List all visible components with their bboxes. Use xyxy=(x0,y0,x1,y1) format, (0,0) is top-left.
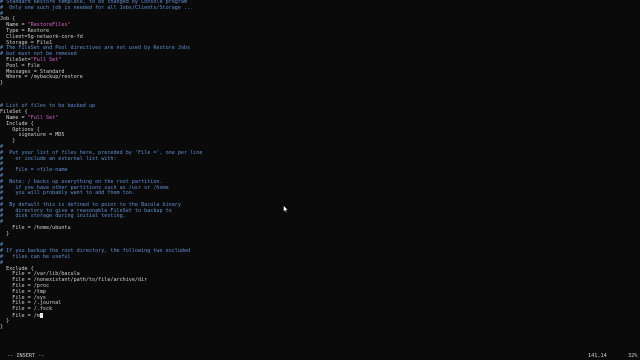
status-bar: -- INSERT -- 141,14 32% xyxy=(0,352,640,360)
text-cursor xyxy=(39,313,43,319)
code-token: Where = /mybackup/restore xyxy=(0,74,83,81)
code-token: # files can be useful xyxy=(0,254,71,261)
mouse-pointer-icon xyxy=(283,205,289,213)
mode-indicator: -- INSERT -- xyxy=(7,353,45,359)
code-token: } xyxy=(0,230,10,237)
code-token: # you will probably want to add them too… xyxy=(0,190,135,197)
code-token: File = /.fsck xyxy=(0,306,53,313)
code-token: # File = xyxy=(0,167,37,174)
code-token: <file-name xyxy=(36,167,68,174)
code-token: } xyxy=(0,323,4,330)
code-line[interactable]: } xyxy=(0,323,640,331)
code-token: # or include an external list with: xyxy=(0,155,117,162)
text-editor[interactable]: # Standard Restore template, to be chang… xyxy=(0,0,640,352)
cursor-position: 141,14 xyxy=(588,353,607,359)
code-token: # disk storage during initial testing. xyxy=(0,213,126,220)
code-token: File = /home/ubuntu xyxy=(0,225,71,232)
code-token: } xyxy=(0,80,4,87)
scroll-percentage: 32% xyxy=(628,353,638,359)
code-token: # Only one such job is needed for all Jo… xyxy=(0,4,194,11)
